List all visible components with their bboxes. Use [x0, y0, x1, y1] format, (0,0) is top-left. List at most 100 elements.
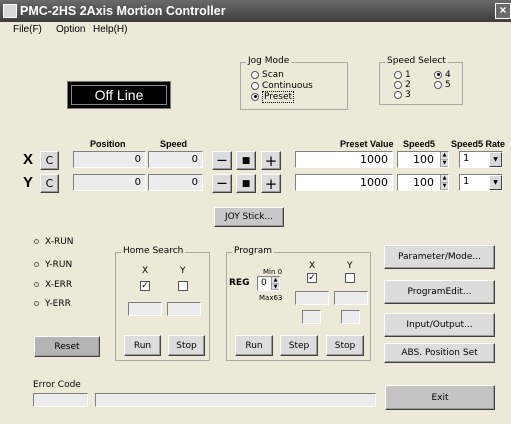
radio-selected-icon — [251, 92, 259, 101]
home-stop-button[interactable]: Stop — [168, 335, 205, 356]
speed-1-radio[interactable]: 1 — [394, 70, 411, 80]
speed5-header: Speed5 — [403, 139, 436, 149]
x-position-field: 0 — [73, 151, 146, 168]
parameter-mode-button[interactable]: Parameter/Mode... — [384, 245, 495, 269]
radio-selected-icon — [434, 70, 442, 79]
home-x-label: X — [142, 266, 149, 276]
chevron-down-icon[interactable]: ▼ — [489, 175, 502, 190]
program-x-small-field — [302, 310, 321, 324]
speed-2-radio[interactable]: 2 — [394, 80, 411, 90]
error-code-label: Error Code — [33, 380, 81, 390]
x-run-indicator: X-RUN — [34, 237, 74, 247]
reset-button[interactable]: Reset — [34, 336, 100, 357]
program-stop-button[interactable]: Stop — [326, 335, 364, 356]
jog-mode-group: Jog Mode Scan Continuous Preset — [240, 56, 348, 110]
title-bar[interactable]: PMC-2HS 2Axis Mortion Controller × — [0, 0, 511, 22]
y-rate-value: 1 — [463, 176, 470, 187]
y-axis-label: Y — [23, 174, 34, 191]
status-text: Off Line — [71, 85, 167, 105]
y-stop-button[interactable]: ■ — [236, 174, 256, 193]
y-jog-plus-button[interactable]: + — [261, 174, 281, 193]
jog-scan-radio[interactable]: Scan — [251, 70, 284, 80]
speed5-rate-header: Speed5 Rate — [451, 139, 506, 149]
x-speed-field: 0 — [148, 151, 203, 168]
abs-position-set-button[interactable]: ABS. Position Set — [384, 343, 495, 363]
program-x-label: X — [309, 261, 316, 271]
program-group: Program Min 0 REG 0 ▲ ▼ Max63 X Y ✓ Run S… — [226, 246, 371, 361]
chevron-down-icon[interactable]: ▼ — [489, 152, 502, 167]
led-icon — [34, 301, 39, 306]
joystick-button[interactable]: JOY Stick... — [214, 207, 284, 227]
menu-file[interactable]: File(F) — [13, 24, 42, 35]
y-speed5-spinner[interactable]: 100 ▲ ▼ — [397, 174, 449, 191]
close-button[interactable]: × — [495, 3, 511, 19]
speed-4-radio[interactable]: 4 — [434, 70, 451, 80]
y-preset-input[interactable]: 1000 — [295, 174, 393, 191]
menu-option[interactable]: Option — [56, 24, 85, 35]
home-y-label: Y — [180, 266, 186, 276]
home-search-group: Home Search X Y ✓ Run Stop — [115, 246, 210, 361]
x-rate-value: 1 — [463, 153, 470, 164]
x-jog-plus-button[interactable]: + — [261, 151, 281, 170]
program-y-label: Y — [347, 261, 353, 271]
program-y-small-field — [341, 310, 360, 324]
home-x-field — [128, 302, 162, 316]
error-code-field — [33, 393, 88, 407]
radio-icon — [251, 81, 259, 90]
program-run-button[interactable]: Run — [235, 335, 273, 356]
x-stop-button[interactable]: ■ — [236, 151, 256, 170]
jog-preset-radio[interactable]: Preset — [251, 91, 295, 103]
reg-label: REG — [229, 278, 250, 288]
speed-select-label: Speed Select — [385, 56, 448, 66]
radio-icon — [394, 90, 402, 99]
reg-value: 0 — [261, 278, 267, 288]
reg-max-label: Max63 — [259, 294, 283, 302]
speed-5-radio[interactable]: 5 — [434, 80, 451, 90]
led-icon — [34, 282, 39, 287]
y-clear-button[interactable]: C — [40, 174, 59, 193]
menu-help[interactable]: Help(H) — [93, 24, 127, 35]
home-y-checkbox[interactable] — [178, 281, 188, 291]
x-speed5-value: 100 — [413, 153, 434, 166]
speed-select-group: Speed Select 1 4 2 5 3 — [379, 56, 463, 105]
home-run-button[interactable]: Run — [124, 335, 161, 356]
menu-bar: File(F) Option Help(H) — [0, 22, 511, 39]
spinner-arrows-icon[interactable]: ▲ ▼ — [440, 175, 448, 190]
radio-icon — [434, 80, 442, 89]
app-icon — [3, 4, 17, 18]
window-title: PMC-2HS 2Axis Mortion Controller — [20, 4, 226, 18]
spinner-arrows-icon[interactable]: ▲ ▼ — [271, 277, 279, 290]
radio-icon — [394, 80, 402, 89]
radio-icon — [394, 70, 402, 79]
speed-header: Speed — [160, 139, 188, 149]
x-err-indicator: X-ERR — [34, 280, 72, 290]
x-preset-input[interactable]: 1000 — [295, 151, 393, 168]
program-x-checkbox[interactable]: ✓ — [307, 273, 317, 283]
jog-mode-label: Jog Mode — [246, 56, 292, 66]
y-run-indicator: Y-RUN — [34, 260, 72, 270]
y-jog-minus-button[interactable]: — — [212, 174, 232, 193]
position-header: Position — [90, 139, 126, 149]
status-display: Off Line — [67, 81, 171, 109]
x-clear-button[interactable]: C — [40, 151, 59, 170]
home-x-checkbox[interactable]: ✓ — [140, 281, 150, 291]
jog-continuous-radio[interactable]: Continuous — [251, 81, 313, 91]
reg-spinner[interactable]: 0 ▲ ▼ — [257, 276, 280, 291]
program-step-button[interactable]: Step — [280, 335, 318, 356]
radio-icon — [251, 70, 259, 79]
speed-3-radio[interactable]: 3 — [394, 90, 411, 100]
spinner-arrows-icon[interactable]: ▲ ▼ — [440, 152, 448, 167]
x-speed5-spinner[interactable]: 100 ▲ ▼ — [397, 151, 449, 168]
home-y-field — [167, 302, 201, 316]
y-rate-select[interactable]: 1 ▼ — [459, 174, 503, 191]
error-message-field — [95, 393, 376, 407]
x-jog-minus-button[interactable]: — — [212, 151, 232, 170]
input-output-button[interactable]: Input/Output... — [384, 313, 495, 337]
program-x-field — [295, 291, 329, 305]
x-rate-select[interactable]: 1 ▼ — [459, 151, 503, 168]
exit-button[interactable]: Exit — [385, 385, 495, 410]
program-y-checkbox[interactable] — [345, 273, 355, 283]
program-y-field — [334, 291, 368, 305]
program-edit-button[interactable]: ProgramEdit... — [384, 280, 495, 304]
led-icon — [34, 262, 39, 267]
